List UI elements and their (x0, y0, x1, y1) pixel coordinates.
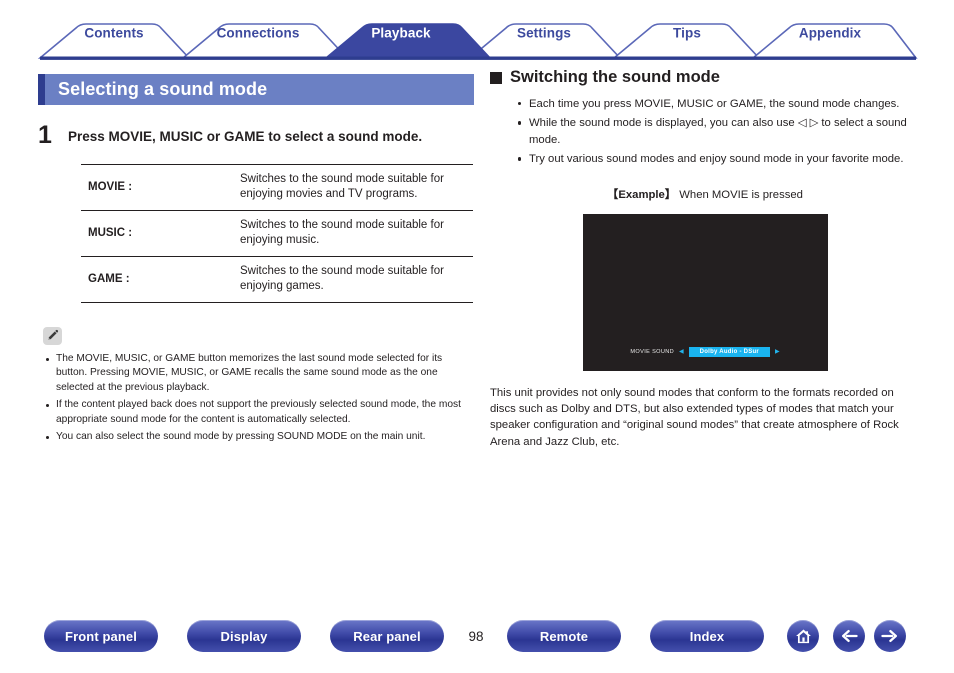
note-list: The MOVIE, MUSIC, or GAME button memoriz… (43, 352, 475, 445)
notes-block: The MOVIE, MUSIC, or GAME button memoriz… (43, 326, 475, 445)
pencil-icon-glyph (48, 330, 59, 340)
tv-screen-illustration: MOVIE SOUND ◀ Dolby Audio - DSur ▶ (582, 213, 828, 371)
bullet-list: Each time you press MOVIE, MUSIC or GAME… (490, 96, 920, 168)
index-button[interactable]: Index (650, 620, 764, 652)
front-panel-button[interactable]: Front panel (44, 620, 158, 652)
step-1: 1 Press MOVIE, MUSIC or GAME to select a… (38, 123, 474, 148)
example-text: When MOVIE is pressed (676, 188, 803, 201)
list-item: While the sound mode is displayed, you c… (516, 115, 920, 148)
row-value-movie: Switches to the sound mode suitable for … (240, 164, 473, 211)
display-button[interactable]: Display (187, 620, 301, 652)
tab-playback[interactable]: Playback (371, 26, 430, 41)
tab-contents[interactable]: Contents (84, 26, 143, 41)
row-value-music: Switches to the sound mode suitable for … (240, 210, 473, 257)
row-key-music: MUSIC : (81, 210, 240, 257)
page-title: Selecting a sound mode (58, 79, 268, 99)
rear-panel-button[interactable]: Rear panel (330, 620, 444, 652)
page-content: Selecting a sound mode 1 Press MOVIE, MU… (0, 62, 954, 607)
step-instruction: Press MOVIE, MUSIC or GAME to select a s… (68, 129, 423, 144)
list-item: You can also select the sound mode by pr… (43, 430, 475, 445)
page-number: 98 (468, 628, 484, 644)
subsection-heading-text: Switching the sound mode (510, 68, 720, 86)
tab-tips[interactable]: Tips (673, 26, 701, 41)
remote-button[interactable]: Remote (507, 620, 621, 652)
back-arrow-icon[interactable] (833, 620, 865, 652)
osd-right-arrow-icon: ▶ (774, 348, 780, 355)
example-caption: 【Example】 When MOVIE is pressed (490, 186, 920, 202)
table-row: MUSIC : Switches to the sound mode suita… (81, 210, 473, 257)
left-column: Selecting a sound mode 1 Press MOVIE, MU… (38, 74, 474, 446)
description-paragraph: This unit provides not only sound modes … (490, 386, 899, 448)
tab-settings[interactable]: Settings (517, 26, 571, 41)
sound-mode-table: MOVIE : Switches to the sound mode suita… (81, 164, 473, 303)
home-icon[interactable] (787, 620, 819, 652)
osd-bar: MOVIE SOUND ◀ Dolby Audio - DSur ▶ (583, 347, 828, 357)
tab-bar: Contents Connections Playback Settings T… (0, 0, 954, 62)
step-number: 1 (38, 121, 52, 149)
section-title-bar: Selecting a sound mode (38, 74, 474, 105)
row-key-movie: MOVIE : (81, 164, 240, 211)
row-value-game: Switches to the sound mode suitable for … (240, 256, 473, 303)
example-tag: 【Example】 (607, 188, 677, 201)
list-item: If the content played back does not supp… (43, 398, 475, 428)
tab-appendix[interactable]: Appendix (799, 26, 861, 41)
right-column: Switching the sound mode Each time you p… (490, 68, 920, 450)
pencil-icon (43, 326, 62, 345)
osd-left-arrow-icon: ◀ (679, 348, 684, 355)
list-item: The MOVIE, MUSIC, or GAME button memoriz… (43, 352, 475, 396)
home-icon-glyph (795, 629, 811, 643)
osd-source-label: MOVIE SOUND (630, 348, 675, 355)
forward-arrow-icon-glyph (881, 630, 897, 642)
tab-connections[interactable]: Connections (217, 26, 300, 41)
list-item: Each time you press MOVIE, MUSIC or GAME… (516, 96, 920, 112)
osd-selected-mode: Dolby Audio - DSur (688, 347, 770, 357)
forward-arrow-icon[interactable] (874, 620, 906, 652)
back-arrow-icon-glyph (842, 630, 858, 642)
row-key-game: GAME : (81, 256, 240, 303)
table-row: MOVIE : Switches to the sound mode suita… (81, 164, 473, 211)
list-item: Try out various sound modes and enjoy so… (516, 151, 920, 167)
subsection-heading: Switching the sound mode (490, 68, 920, 87)
table-row: GAME : Switches to the sound mode suitab… (81, 256, 473, 303)
square-bullet-icon (490, 72, 502, 84)
